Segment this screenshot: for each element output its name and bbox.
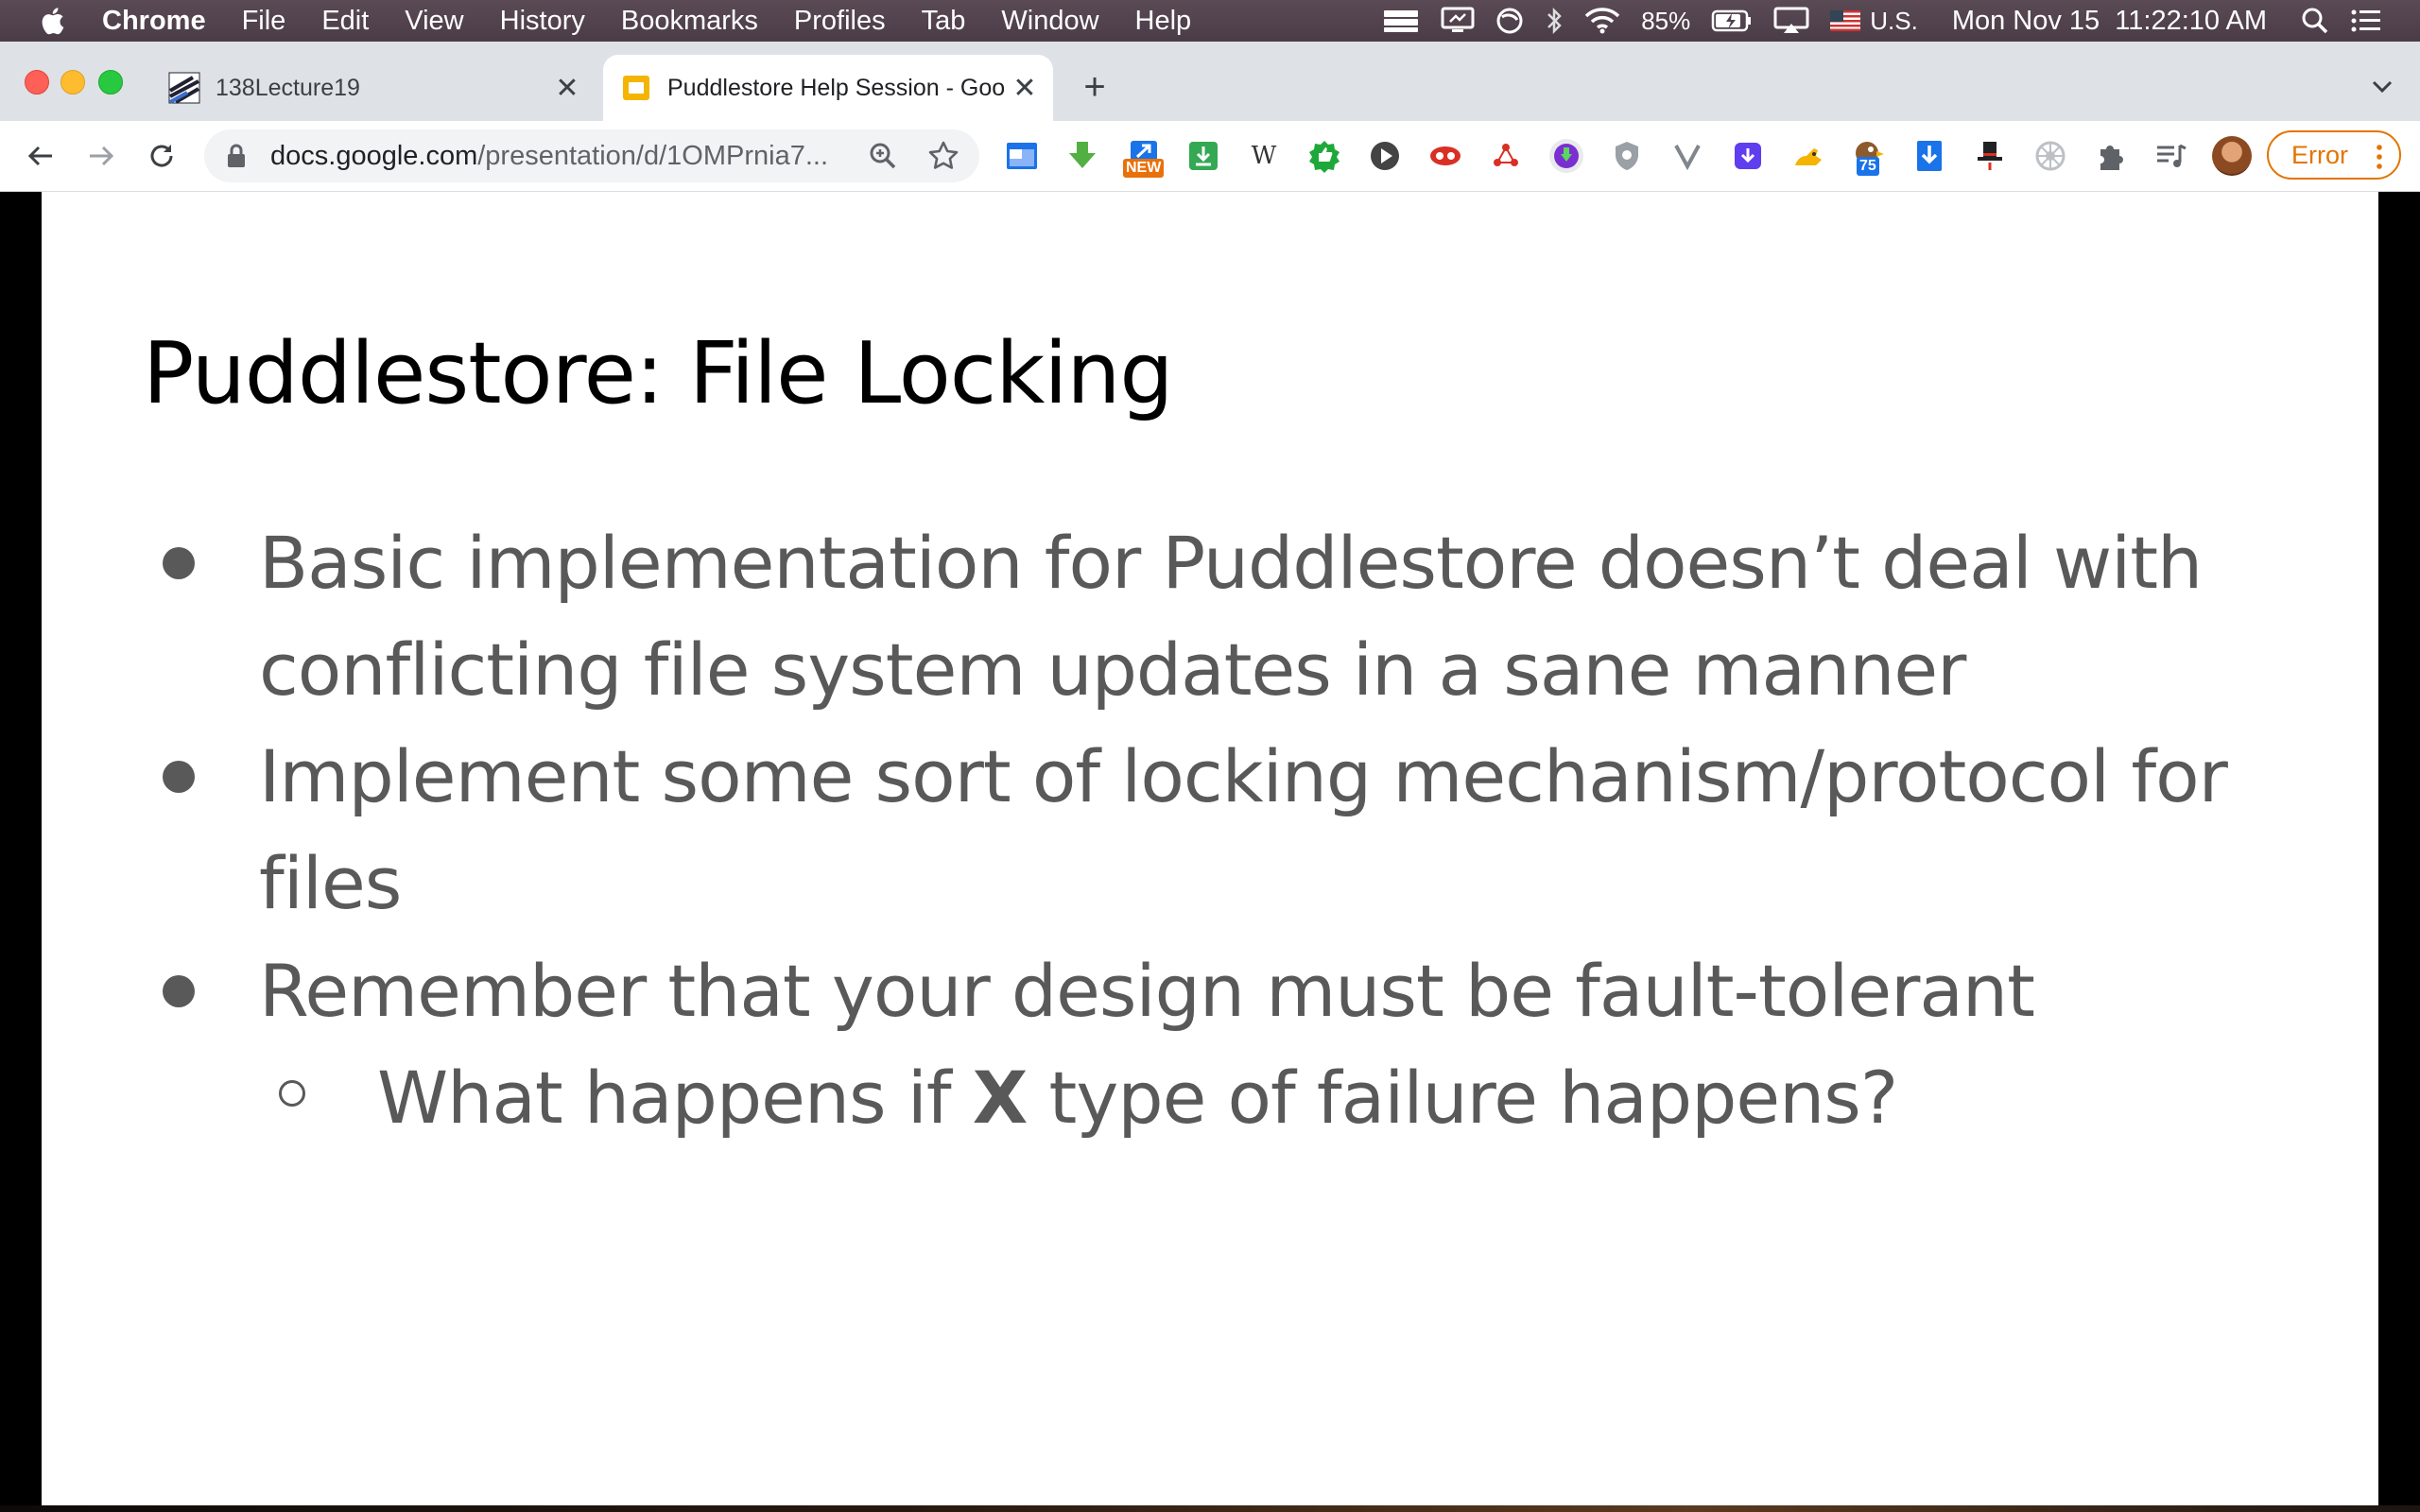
- menu-bookmarks[interactable]: Bookmarks: [621, 6, 758, 37]
- bullet-3-line-1: Remember that your design must be fault-…: [259, 949, 2035, 1033]
- menu-app-name[interactable]: Chrome: [102, 6, 206, 37]
- ext-wikipedia-icon[interactable]: W: [1246, 138, 1282, 174]
- macos-menu-bar: Chrome File Edit View History Bookmarks …: [0, 0, 2420, 42]
- bullet-dot: [163, 547, 195, 579]
- input-source-label[interactable]: U.S.: [1870, 7, 1918, 36]
- forward-arrow-icon: [90, 146, 114, 166]
- spotlight-icon[interactable]: [2301, 7, 2329, 35]
- menu-window[interactable]: Window: [1001, 6, 1098, 37]
- tab-138lecture19[interactable]: 138Lecture19 ✕: [151, 55, 596, 121]
- zoom-icon[interactable]: [868, 141, 898, 171]
- url-text[interactable]: docs.google.com/presentation/d/1OMPrnia7…: [270, 141, 838, 172]
- control-center-icon[interactable]: [2350, 8, 2382, 34]
- ext-network-icon[interactable]: [1488, 138, 1524, 174]
- bullet-dot: [163, 975, 195, 1007]
- ext-gear-grey-icon[interactable]: [2032, 138, 2068, 174]
- airplay-icon[interactable]: [1773, 7, 1809, 35]
- tab-strip: 138Lecture19 ✕ Puddlestore Help Session …: [0, 42, 2420, 121]
- bullet-2-line-2: files: [259, 841, 402, 925]
- sub-bullet-after: type of failure happens?: [1027, 1056, 1899, 1140]
- ext-window-icon[interactable]: [1004, 138, 1040, 174]
- tab-search-chevron-icon[interactable]: [2367, 72, 2397, 102]
- tab-close-icon[interactable]: ✕: [1006, 69, 1044, 107]
- ext-green-download-icon[interactable]: [1064, 138, 1100, 174]
- forward-button[interactable]: [81, 136, 121, 176]
- browser-toolbar: docs.google.com/presentation/d/1OMPrnia7…: [0, 121, 2420, 192]
- wifi-icon[interactable]: [1584, 8, 1620, 34]
- sub-bullet-bold: X: [972, 1056, 1028, 1140]
- menu-file[interactable]: File: [242, 6, 286, 37]
- bullet-1-line-2: conflicting file system updates in a san…: [259, 627, 1966, 712]
- profile-error-button[interactable]: Error: [2267, 130, 2401, 180]
- reload-button[interactable]: [142, 136, 182, 176]
- ext-thumbs-up-icon[interactable]: [1306, 138, 1342, 174]
- ext-new-arrow-icon[interactable]: NEW: [1123, 138, 1165, 178]
- battery-icon[interactable]: [1711, 9, 1753, 33]
- back-button[interactable]: [21, 136, 60, 176]
- ext-purple-arrow-icon[interactable]: [1730, 138, 1766, 174]
- ext-count-badge: 75: [1857, 157, 1879, 176]
- menu-help[interactable]: Help: [1135, 6, 1192, 37]
- status-area: 85% U.S. Mon Nov 15 11:22:10 AM: [1382, 0, 2420, 42]
- window-maximize-button[interactable]: [98, 70, 123, 94]
- ext-new-badge: NEW: [1123, 159, 1165, 178]
- bullet-dot: [163, 761, 195, 793]
- bullet-2-line-1: Implement some sort of locking mechanism…: [259, 734, 2228, 818]
- lock-icon[interactable]: [225, 143, 248, 169]
- tab-puddlestore-help-session[interactable]: Puddlestore Help Session - Goo ✕: [603, 55, 1053, 121]
- url-host: docs.google.com: [270, 140, 478, 171]
- battery-percent: 85%: [1641, 6, 1691, 35]
- tab-close-icon[interactable]: ✕: [548, 69, 586, 107]
- slide[interactable]: Puddlestore: File Locking Basic implemen…: [42, 192, 2378, 1505]
- ext-shield-icon[interactable]: [1609, 138, 1645, 174]
- sync-icon[interactable]: [1495, 7, 1524, 35]
- ext-red-glasses-icon[interactable]: [1427, 138, 1463, 174]
- menu-profiles[interactable]: Profiles: [794, 6, 886, 37]
- slide-title: Puddlestore: File Locking: [143, 324, 1174, 423]
- ext-top-hat-icon[interactable]: [1972, 138, 2008, 174]
- extensions-puzzle-icon[interactable]: [2093, 138, 2129, 174]
- ext-download-box-icon[interactable]: [1185, 138, 1221, 174]
- sub-bullet-text: What happens if X type of failure happen…: [377, 1044, 1899, 1151]
- profile-avatar[interactable]: [2212, 136, 2252, 176]
- more-options-icon: [2377, 145, 2382, 169]
- ext-play-icon[interactable]: [1367, 138, 1403, 174]
- error-label: Error: [2291, 140, 2348, 169]
- sub-bullet-circle: [279, 1080, 305, 1107]
- bluetooth-icon[interactable]: [1545, 7, 1564, 35]
- menu-edit[interactable]: Edit: [321, 6, 369, 37]
- menu-history[interactable]: History: [500, 6, 585, 37]
- ext-purple-download-icon[interactable]: [1548, 138, 1584, 174]
- back-arrow-icon: [27, 146, 52, 166]
- tab-title: 138Lecture19: [216, 74, 360, 101]
- ext-bird-icon[interactable]: 75: [1851, 138, 1887, 176]
- ext-blue-download-icon[interactable]: [1911, 138, 1947, 174]
- ext-cat-icon[interactable]: [1790, 138, 1826, 174]
- url-path: /presentation/d/1OMPrnia7...: [477, 140, 829, 171]
- address-bar[interactable]: docs.google.com/presentation/d/1OMPrnia7…: [204, 129, 979, 182]
- menu-tab[interactable]: Tab: [922, 6, 966, 37]
- bookmark-star-icon[interactable]: [926, 139, 960, 173]
- desktop-wallpaper-strip: [0, 1505, 2420, 1512]
- media-controls-icon[interactable]: [2153, 138, 2189, 174]
- window-minimize-button[interactable]: [60, 70, 85, 94]
- lecture-favicon-icon: [168, 72, 200, 104]
- menu-view[interactable]: View: [405, 6, 463, 37]
- stack-icon[interactable]: [1382, 8, 1420, 34]
- ext-wiki-letter: W: [1251, 142, 1277, 170]
- presentation-viewport: Puddlestore: File Locking Basic implemen…: [0, 192, 2420, 1512]
- ext-v-icon[interactable]: [1669, 138, 1705, 174]
- us-flag-icon[interactable]: [1830, 10, 1861, 31]
- sub-bullet-before: What happens if: [377, 1056, 973, 1140]
- window-close-button[interactable]: [25, 70, 49, 94]
- bullet-1-line-1: Basic implementation for Puddlestore doe…: [259, 521, 2203, 605]
- display-icon[interactable]: [1441, 7, 1475, 35]
- tab-title: Puddlestore Help Session - Goo: [667, 74, 1006, 101]
- menu-clock[interactable]: Mon Nov 15 11:22:10 AM: [1952, 6, 2267, 37]
- apple-menu-icon[interactable]: [38, 5, 66, 37]
- reload-icon: [150, 145, 173, 167]
- google-slides-favicon-icon: [623, 76, 649, 100]
- new-tab-button[interactable]: +: [1076, 66, 1114, 108]
